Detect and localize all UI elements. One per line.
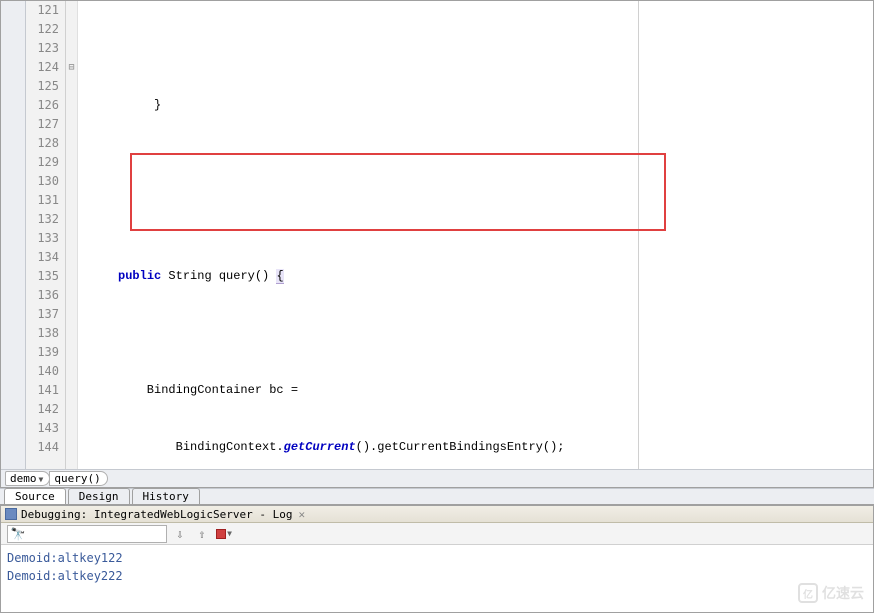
close-icon[interactable]: ✕ [299, 508, 306, 521]
editor-panel: 1211221231241251261271281291301311321331… [0, 0, 874, 488]
editor-view-tabs: Source Design History [0, 488, 874, 505]
code-line: BindingContainer bc = [78, 381, 873, 400]
log-panel-title: Debugging: IntegratedWebLogicServer - Lo… [21, 508, 293, 521]
log-line: Demoid:altkey222 [7, 567, 867, 585]
code-line: public String query() { [78, 267, 873, 286]
print-margin [638, 1, 639, 487]
binoculars-icon: 🔭 [10, 527, 26, 541]
chevron-down-icon: ▼ [39, 475, 44, 484]
log-output[interactable]: Demoid:altkey122 Demoid:altkey222 [1, 545, 873, 612]
fold-toggle[interactable]: ⊟ [66, 58, 77, 77]
code-line [78, 153, 873, 172]
log-line: Demoid:altkey122 [7, 549, 867, 567]
tab-source[interactable]: Source [4, 488, 66, 504]
fold-gutter[interactable]: ⊟ [66, 1, 78, 487]
stop-button[interactable]: ▼ [215, 525, 233, 543]
search-up-button[interactable]: ⇧ [193, 525, 211, 543]
code-line: } [78, 96, 873, 115]
breadcrumb-item-method[interactable]: query() [49, 471, 107, 486]
debug-icon [5, 508, 17, 520]
code-area[interactable]: } public String query() { BindingContain… [78, 1, 873, 487]
chevron-down-icon: ▼ [227, 529, 232, 538]
code-line [78, 210, 873, 229]
log-search-input[interactable]: 🔭 [7, 525, 167, 543]
tab-history[interactable]: History [132, 488, 200, 504]
log-toolbar: 🔭 ⇩ ⇧ ▼ [1, 523, 873, 545]
code-line [78, 324, 873, 343]
left-thin-panel [1, 1, 26, 487]
breadcrumb-bar: demo▼ query() [1, 469, 873, 487]
tab-design[interactable]: Design [68, 488, 130, 504]
stop-icon [216, 529, 226, 539]
breadcrumb-item-class[interactable]: demo▼ [5, 471, 50, 486]
log-panel-title-bar[interactable]: Debugging: IntegratedWebLogicServer - Lo… [1, 506, 873, 523]
code-line: BindingContext.getCurrent().getCurrentBi… [78, 438, 873, 457]
line-number-gutter: 1211221231241251261271281291301311321331… [26, 1, 66, 487]
search-down-button[interactable]: ⇩ [171, 525, 189, 543]
log-panel: Debugging: IntegratedWebLogicServer - Lo… [0, 505, 874, 613]
